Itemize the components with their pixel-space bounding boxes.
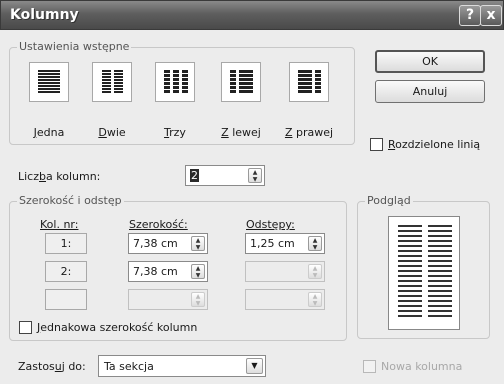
- line-between-checkbox[interactable]: [370, 138, 383, 151]
- presets-group-label: Ustawienia wstępne: [17, 40, 132, 53]
- spacing-spinner-1[interactable]: 1,25 cm ▲ ▼: [245, 233, 325, 254]
- spin-arrows-icon: ▲ ▼: [191, 292, 205, 307]
- ok-button[interactable]: OK: [375, 50, 485, 73]
- close-icon[interactable]: x: [480, 5, 502, 26]
- window-title: Kolumny: [10, 7, 79, 23]
- width-header: Szerokość:: [129, 218, 188, 231]
- col-number-3: [45, 289, 87, 310]
- equal-width-checkbox[interactable]: [19, 321, 32, 334]
- num-columns-value: 2: [190, 169, 199, 182]
- chevron-down-icon[interactable]: ▼: [246, 358, 263, 374]
- spin-arrows-icon[interactable]: ▲ ▼: [191, 236, 205, 251]
- preset-three-button[interactable]: [155, 62, 195, 102]
- width-spinner-2[interactable]: 7,38 cm ▲ ▼: [128, 261, 208, 282]
- new-column-label: Nowa kolumna: [381, 360, 463, 373]
- spin-arrows-icon: ▲ ▼: [308, 292, 322, 307]
- width-spinner-3: ▲ ▼: [128, 289, 208, 310]
- col-number-header: Kol. nr:: [40, 218, 79, 231]
- title-bar: Kolumny ? x: [0, 0, 504, 30]
- num-columns-label: Liczba kolumn:: [18, 170, 101, 183]
- preview-group-label: Podgląd: [365, 194, 413, 207]
- apply-to-select[interactable]: Ta sekcja ▼: [98, 355, 266, 377]
- right-narrow-column-icon: [298, 70, 321, 93]
- preset-one-button[interactable]: [29, 62, 69, 102]
- preview-group: Podgląd: [357, 194, 490, 339]
- one-column-icon: [38, 70, 60, 93]
- num-columns-spinner[interactable]: 2 ▲ ▼: [185, 165, 265, 186]
- equal-width-label[interactable]: Jednakowa szerokość kolumn: [37, 321, 197, 334]
- spin-arrows-icon[interactable]: ▲ ▼: [308, 236, 322, 251]
- left-narrow-column-icon: [230, 70, 253, 93]
- col-number-2: 2:: [45, 261, 87, 282]
- preset-right-label[interactable]: Z prawej: [279, 126, 339, 139]
- help-icon[interactable]: ?: [459, 5, 481, 26]
- spacing-spinner-2: ▲ ▼: [245, 261, 325, 282]
- preset-three-label[interactable]: Trzy: [145, 126, 205, 139]
- two-column-preview-icon: [398, 225, 452, 317]
- preset-two-button[interactable]: [92, 62, 132, 102]
- preview-page: [388, 216, 460, 330]
- spin-arrows-icon[interactable]: ▲ ▼: [191, 264, 205, 279]
- col-number-1: 1:: [45, 233, 87, 254]
- preset-two-label[interactable]: Dwie: [82, 126, 142, 139]
- preset-right-button[interactable]: [289, 62, 329, 102]
- apply-to-value: Ta sekcja: [104, 360, 154, 373]
- spacing-header: Odstępy:: [246, 218, 295, 231]
- spacing-spinner-3: ▲ ▼: [245, 289, 325, 310]
- preset-one-label[interactable]: Jedna: [19, 126, 79, 139]
- line-between-label[interactable]: Rozdzielone linią: [388, 138, 480, 151]
- preset-left-label[interactable]: Z lewej: [211, 126, 271, 139]
- presets-group: Ustawienia wstępne Jedna Dwie Trzy Z lew…: [9, 40, 355, 145]
- new-column-checkbox: [363, 360, 376, 373]
- spin-arrows-icon[interactable]: ▲ ▼: [248, 168, 262, 183]
- spin-arrows-icon: ▲ ▼: [308, 264, 322, 279]
- cancel-button[interactable]: Anuluj: [375, 80, 485, 103]
- preset-left-button[interactable]: [221, 62, 261, 102]
- width-spacing-group-label: Szerokość i odstęp: [17, 194, 124, 207]
- two-columns-icon: [102, 70, 123, 93]
- apply-to-label: Zastosuj do:: [18, 360, 86, 373]
- width-spinner-1[interactable]: 7,38 cm ▲ ▼: [128, 233, 208, 254]
- three-columns-icon: [164, 70, 188, 93]
